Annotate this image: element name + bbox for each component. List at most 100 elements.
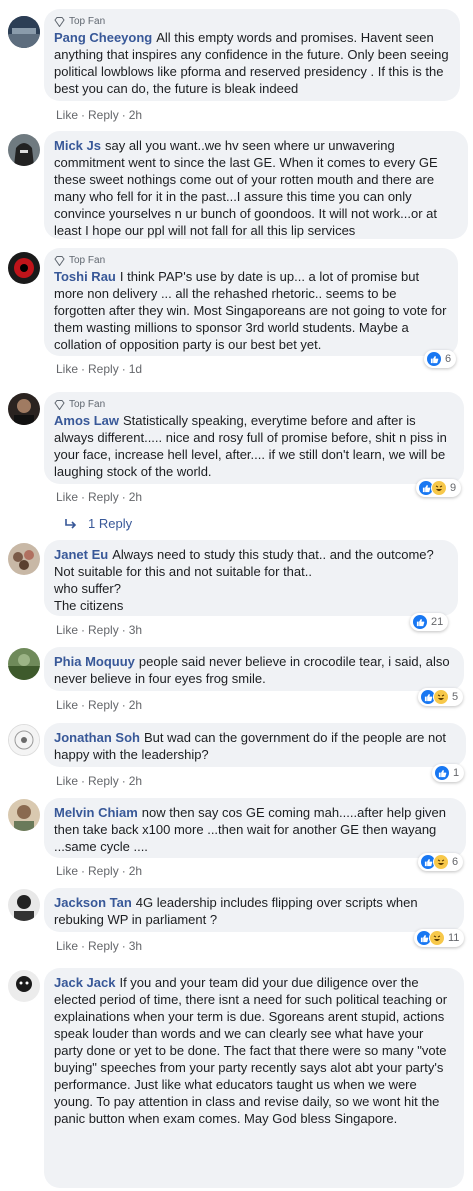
avatar[interactable] xyxy=(8,648,40,680)
comment-time[interactable]: 3h xyxy=(129,939,142,953)
reactions-summary[interactable]: 6 xyxy=(424,350,457,368)
reply-arrow-icon xyxy=(65,518,77,529)
comment-text: Pang Cheeyong All this empty words and pr… xyxy=(54,30,449,96)
like-link[interactable]: Like xyxy=(56,939,78,953)
reply-link[interactable]: Reply xyxy=(88,490,119,504)
comment-actions: Like · Reply · 2h xyxy=(56,774,143,788)
comment-bubble: Top Fan Pang Cheeyong All this empty word… xyxy=(44,9,460,101)
diamond-icon xyxy=(54,255,65,266)
comment-actions: Like · Reply · 2h xyxy=(56,864,143,878)
like-link[interactable]: Like xyxy=(56,698,78,712)
comment-time[interactable]: 2h xyxy=(129,864,142,878)
comment-bubble: Mick Js say all you want..we hv seen wher… xyxy=(44,131,468,239)
comment-author[interactable]: Pang Cheeyong xyxy=(54,30,152,45)
comment-bubble: Janet Eu Always need to study this study … xyxy=(44,540,458,616)
comment-bubble: Phia Moquuy people said never believe in … xyxy=(44,647,464,691)
comment-author[interactable]: Jackson Tan xyxy=(54,895,132,910)
comment-text: Toshi Rau I think PAP's use by date is up… xyxy=(54,269,447,352)
like-reaction-icon xyxy=(412,614,428,630)
comment-time[interactable]: 2h xyxy=(129,774,142,788)
comment-author[interactable]: Mick Js xyxy=(54,138,101,153)
haha-reaction-icon xyxy=(429,930,445,946)
reaction-count: 5 xyxy=(452,691,459,703)
reply-link[interactable]: Reply xyxy=(88,698,119,712)
comment-text: Phia Moquuy people said never believe in … xyxy=(54,654,450,686)
reactions-summary[interactable]: 5 xyxy=(418,688,464,706)
reply-link[interactable]: Reply xyxy=(88,939,119,953)
reply-link[interactable]: Reply xyxy=(88,774,119,788)
comment-actions: Like · Reply · 3h xyxy=(56,939,143,953)
comment-author[interactable]: Janet Eu xyxy=(54,547,108,562)
avatar[interactable] xyxy=(8,134,40,166)
diamond-icon xyxy=(54,399,65,410)
like-reaction-icon xyxy=(426,351,442,367)
like-link[interactable]: Like xyxy=(56,108,78,122)
reactions-summary[interactable]: 11 xyxy=(414,929,465,947)
avatar[interactable] xyxy=(8,970,40,1002)
comment-author[interactable]: Phia Moquuy xyxy=(54,654,135,669)
avatar[interactable] xyxy=(8,799,40,831)
comment-bubble: Top Fan Amos Law Statistically speaking, … xyxy=(44,392,464,484)
avatar[interactable] xyxy=(8,252,40,284)
reaction-count: 11 xyxy=(448,932,460,944)
avatar[interactable] xyxy=(8,889,40,921)
comment-text: Mick Js say all you want..we hv seen wher… xyxy=(54,138,438,238)
comment-text: Jackson Tan 4G leadership includes flippi… xyxy=(54,895,418,927)
comment-actions: Like · Reply · 2h xyxy=(56,698,143,712)
avatar[interactable] xyxy=(8,16,40,48)
top-fan-badge: Top Fan xyxy=(54,15,450,28)
comment-text: Jonathan Soh But wad can the government d… xyxy=(54,730,447,762)
comment-time[interactable]: 2h xyxy=(129,108,142,122)
comment-time[interactable]: 2h xyxy=(129,490,142,504)
reactions-summary[interactable]: 21 xyxy=(410,613,449,631)
haha-reaction-icon xyxy=(431,480,447,496)
comment-bubble: Jackson Tan 4G leadership includes flippi… xyxy=(44,888,464,932)
comment-actions: Like · Reply · 3h xyxy=(56,623,143,637)
comment-author[interactable]: Toshi Rau xyxy=(54,269,116,284)
diamond-icon xyxy=(54,16,65,27)
reactions-summary[interactable]: 1 xyxy=(432,764,465,782)
avatar[interactable] xyxy=(8,393,40,425)
comment-text: Jack Jack If you and your team did your d… xyxy=(54,975,448,1126)
reply-link[interactable]: Reply xyxy=(88,362,119,376)
like-reaction-icon xyxy=(434,765,450,781)
reaction-count: 6 xyxy=(445,353,452,365)
comment-actions: Like · Reply · 1d xyxy=(56,362,143,376)
comment-actions: Like · Reply · 2h xyxy=(56,490,143,504)
comment-author[interactable]: Melvin Chiam xyxy=(54,805,138,820)
comment-time[interactable]: 2h xyxy=(129,698,142,712)
comment-author[interactable]: Jack Jack xyxy=(54,975,115,990)
comment-author[interactable]: Amos Law xyxy=(54,413,119,428)
comment-bubble: Jonathan Soh But wad can the government d… xyxy=(44,723,466,767)
comment-bubble: Jack Jack If you and your team did your d… xyxy=(44,968,464,1188)
reply-link[interactable]: Reply xyxy=(88,864,119,878)
avatar[interactable] xyxy=(8,724,40,756)
haha-reaction-icon xyxy=(433,854,449,870)
comment-time[interactable]: 1d xyxy=(129,362,142,376)
like-link[interactable]: Like xyxy=(56,362,78,376)
reaction-count: 1 xyxy=(453,767,460,779)
like-link[interactable]: Like xyxy=(56,774,78,788)
comment-text: Amos Law Statistically speaking, everytim… xyxy=(54,413,447,479)
top-fan-badge: Top Fan xyxy=(54,398,454,411)
reaction-count: 6 xyxy=(452,856,459,868)
like-link[interactable]: Like xyxy=(56,490,78,504)
reactions-summary[interactable]: 6 xyxy=(418,853,464,871)
view-replies-link[interactable]: 1 Reply xyxy=(64,516,132,531)
comment-bubble: Top Fan Toshi Rau I think PAP's use by da… xyxy=(44,248,458,356)
reaction-count: 9 xyxy=(450,482,457,494)
reply-link[interactable]: Reply xyxy=(88,108,119,122)
like-link[interactable]: Like xyxy=(56,623,78,637)
like-link[interactable]: Like xyxy=(56,864,78,878)
avatar[interactable] xyxy=(8,543,40,575)
comment-bubble: Melvin Chiam now then say cos GE coming m… xyxy=(44,798,466,858)
reply-link[interactable]: Reply xyxy=(88,623,119,637)
reactions-summary[interactable]: 9 xyxy=(416,479,462,497)
comment-actions: Like · Reply · 2h xyxy=(56,108,143,122)
comment-author[interactable]: Jonathan Soh xyxy=(54,730,140,745)
comment-text: Melvin Chiam now then say cos GE coming m… xyxy=(54,805,447,854)
comment-time[interactable]: 3h xyxy=(129,623,142,637)
top-fan-badge: Top Fan xyxy=(54,254,448,267)
haha-reaction-icon xyxy=(433,689,449,705)
reaction-count: 21 xyxy=(431,616,444,628)
